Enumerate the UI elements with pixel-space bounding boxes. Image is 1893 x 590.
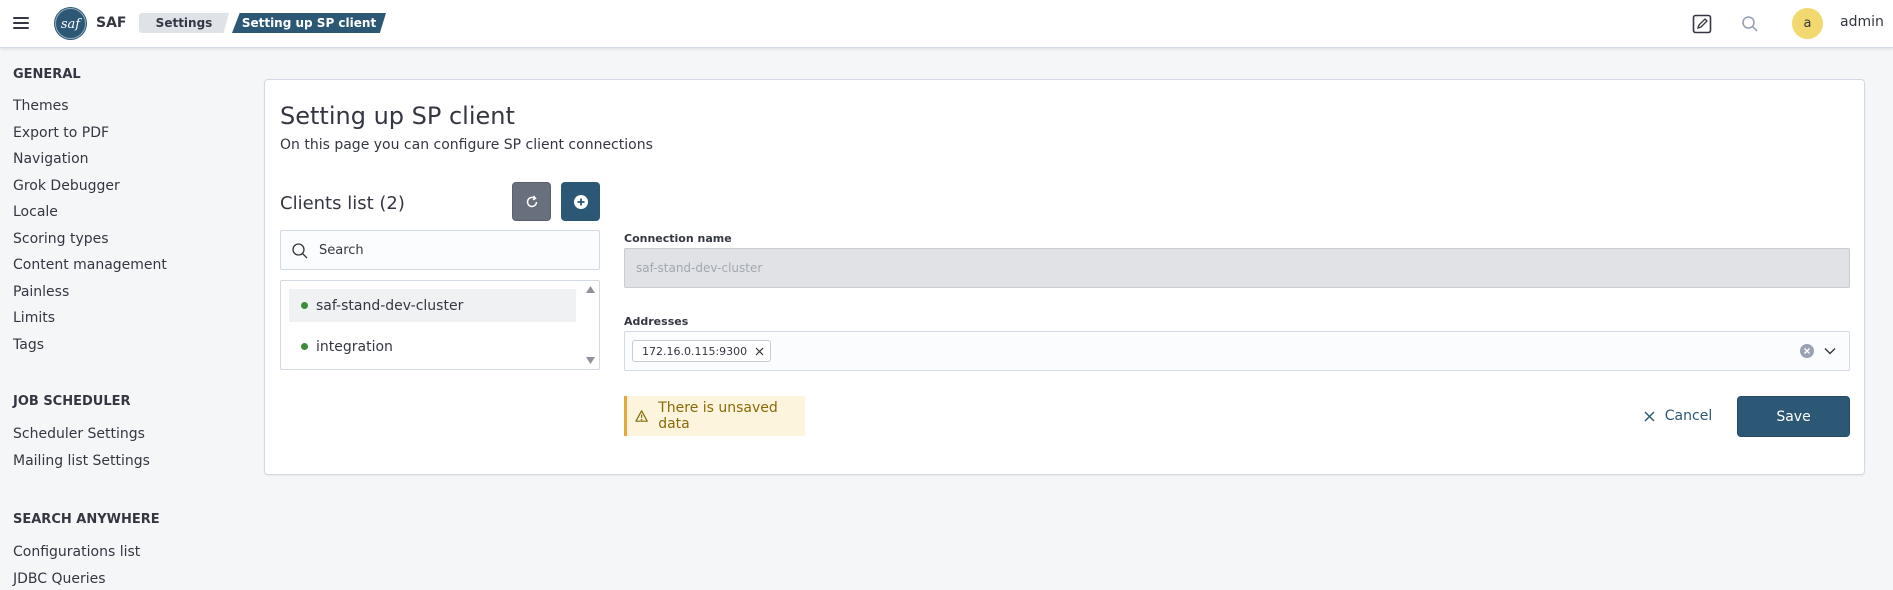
cancel-label: Cancel (1664, 408, 1713, 424)
page-title: Setting up SP client (280, 102, 515, 130)
breadcrumb-settings[interactable]: Settings (139, 13, 229, 33)
addresses-combobox[interactable]: 172.16.0.115:9300 (624, 331, 1850, 371)
sidebar-item-themes[interactable]: Themes (13, 98, 69, 114)
top-header: saf SAF Settings Setting up SP client a … (0, 0, 1893, 48)
sidebar: GENERAL Themes Export to PDF Navigation … (0, 48, 230, 590)
addresses-label: Addresses (624, 315, 689, 328)
unsaved-warning: There is unsaved data (624, 396, 805, 436)
add-client-button[interactable] (561, 182, 600, 221)
breadcrumb-current: Setting up SP client (232, 13, 386, 33)
sidebar-item-limits[interactable]: Limits (13, 310, 55, 326)
connection-name-label: Connection name (624, 232, 732, 245)
cancel-button[interactable]: Cancel (1638, 396, 1718, 436)
clear-icon[interactable] (1799, 343, 1815, 359)
refresh-button[interactable] (512, 182, 551, 221)
address-chip-label: 172.16.0.115:9300 (642, 344, 748, 358)
app-logo[interactable]: saf (54, 7, 87, 40)
app-name: SAF (96, 15, 127, 31)
status-dot (301, 302, 308, 309)
remove-chip-icon[interactable] (755, 347, 764, 356)
sidebar-item-painless[interactable]: Painless (13, 284, 69, 300)
search-input[interactable] (319, 242, 579, 258)
sidebar-item-scoring-types[interactable]: Scoring types (13, 231, 109, 247)
clients-search (280, 230, 600, 270)
client-name: integration (316, 338, 393, 355)
scroll-down-icon[interactable] (586, 357, 595, 364)
client-name: saf-stand-dev-cluster (316, 297, 464, 314)
sidebar-item-export-pdf[interactable]: Export to PDF (13, 125, 109, 141)
save-button[interactable]: Save (1737, 396, 1850, 437)
plus-circle-icon (573, 194, 588, 209)
search-icon[interactable] (1738, 12, 1762, 36)
chevron-down-icon[interactable] (1823, 344, 1837, 358)
sidebar-item-grok-debugger[interactable]: Grok Debugger (13, 178, 120, 194)
clients-list-title: Clients list (2) (280, 193, 405, 214)
address-chip: 172.16.0.115:9300 (632, 340, 772, 362)
clients-list: saf-stand-dev-cluster integration (280, 280, 600, 370)
menu-icon[interactable] (8, 10, 34, 36)
sidebar-section-general: GENERAL (13, 67, 81, 82)
client-item-saf-stand-dev-cluster[interactable]: saf-stand-dev-cluster (289, 289, 576, 322)
page-subtitle: On this page you can configure SP client… (280, 137, 653, 153)
warning-icon (635, 410, 648, 422)
main-panel: Setting up SP client On this page you ca… (264, 79, 1865, 475)
scroll-up-icon[interactable] (586, 286, 595, 293)
sidebar-item-scheduler-settings[interactable]: Scheduler Settings (13, 426, 145, 442)
warning-text: There is unsaved data (658, 400, 778, 432)
status-dot (301, 343, 308, 350)
logo-icon: saf (55, 8, 86, 39)
sidebar-item-configurations-list[interactable]: Configurations list (13, 544, 140, 560)
sidebar-section-job-scheduler: JOB SCHEDULER (13, 394, 131, 409)
sidebar-item-navigation[interactable]: Navigation (13, 151, 89, 167)
search-field-icon (292, 243, 308, 259)
sidebar-item-locale[interactable]: Locale (13, 204, 58, 220)
edit-icon[interactable] (1690, 12, 1714, 36)
svg-text:saf: saf (61, 17, 82, 32)
sidebar-item-tags[interactable]: Tags (13, 337, 44, 353)
username[interactable]: admin (1840, 14, 1884, 30)
avatar[interactable]: a (1792, 8, 1823, 39)
sidebar-section-search-anywhere: SEARCH ANYWHERE (13, 512, 160, 527)
refresh-icon (526, 195, 537, 207)
sidebar-item-jdbc-queries[interactable]: JDBC Queries (13, 571, 106, 587)
client-item-integration[interactable]: integration (289, 330, 576, 363)
connection-name-field[interactable]: saf-stand-dev-cluster (624, 248, 1850, 288)
close-icon (1644, 411, 1655, 421)
sidebar-item-content-management[interactable]: Content management (13, 257, 167, 273)
sidebar-item-mailing-list[interactable]: Mailing list Settings (13, 453, 150, 469)
